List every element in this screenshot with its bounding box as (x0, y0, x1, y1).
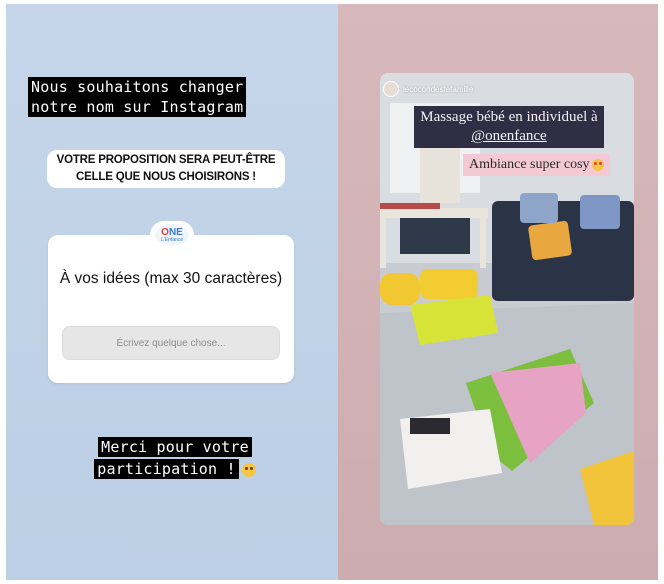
headline-line: notre nom sur Instagram (28, 97, 247, 117)
story-comparison: Nous souhaitons changer notre nom sur In… (0, 0, 664, 584)
heart-eyes-icon (591, 158, 604, 171)
proposal-text: VOTRE PROPOSITION SERA PEUT-ÊTRE CELLE Q… (24, 150, 308, 188)
username[interactable]: lecocondestefamille (403, 85, 473, 94)
thanks-line: participation ! (94, 459, 239, 479)
mention-link[interactable]: @onenfance (471, 128, 546, 144)
grinning-face-icon (241, 462, 256, 477)
headline: Nous souhaitons changer notre nom sur In… (28, 77, 318, 117)
thanks-message: Merci pour votre participation ! (60, 437, 290, 479)
caption-box: Massage bébé en individuel à @onenfance (414, 106, 604, 148)
caption-ambiance: Ambiance super cosy (463, 154, 610, 176)
proposal-line: VOTRE PROPOSITION SERA PEUT-ÊTRE CELLE Q… (46, 150, 286, 188)
question-sticker[interactable]: ONE L'Enfance À vos idées (max 30 caract… (48, 221, 294, 383)
story-author[interactable]: lecocondestefamille (383, 81, 473, 97)
avatar[interactable] (383, 81, 399, 97)
headline-line: Nous souhaitons changer (28, 77, 247, 97)
one-logo-text: ONE (161, 226, 183, 238)
one-logo: ONE L'Enfance (150, 221, 194, 249)
one-logo-subtext: L'Enfance (160, 236, 184, 243)
answer-input[interactable]: Écrivez quelque chose... (62, 326, 280, 360)
question-title: À vos idées (max 30 caractères) (59, 270, 283, 287)
thanks-line: Merci pour votre (98, 437, 252, 457)
caption-massage: Massage bébé en individuel à @onenfance (402, 106, 616, 148)
